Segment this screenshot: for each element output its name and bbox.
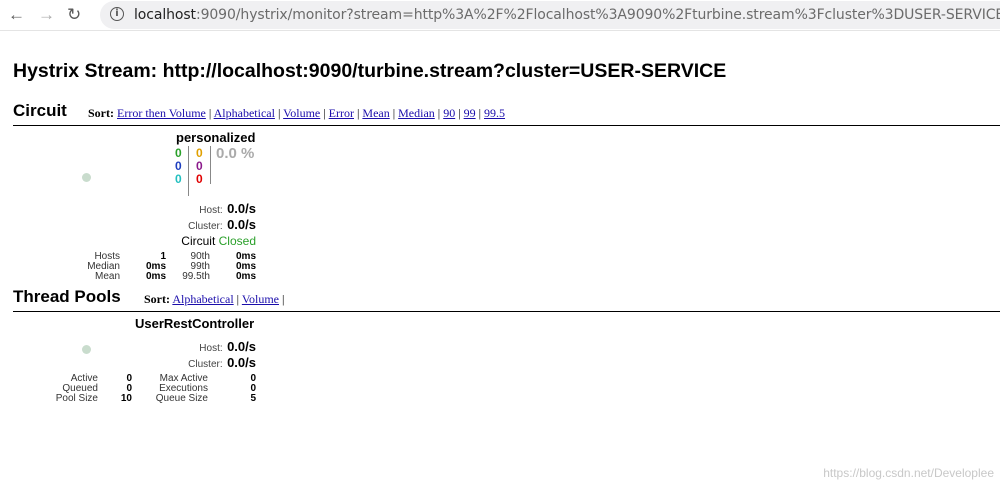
counts-divider-right: [210, 146, 211, 184]
failure-count: 0: [196, 172, 203, 186]
url-path: :9090/hystrix/monitor?stream=http%3A%2F%…: [195, 7, 1000, 23]
thread-pools-divider: [13, 311, 1000, 312]
back-arrow-icon[interactable]: ←: [8, 5, 25, 25]
circuit-status-value: Closed: [218, 234, 256, 248]
url-text[interactable]: localhost:9090/hystrix/monitor?stream=ht…: [134, 7, 1000, 23]
pool-health-indicator: [82, 345, 91, 354]
circuit-divider: [13, 125, 1000, 126]
sort-median[interactable]: Median: [398, 106, 435, 120]
bad-request-count: 0: [175, 172, 182, 186]
pool-cluster-rate-label: Cluster:: [188, 359, 223, 370]
counts-divider-left: [188, 146, 189, 196]
circuit-health-indicator: [82, 173, 91, 182]
host-rate-label: Host:: [199, 205, 223, 216]
sort-label: Sort:: [88, 106, 114, 120]
circuit-status-label: Circuit: [181, 234, 216, 248]
pool-size-value: 10: [120, 393, 132, 404]
circuit-sort-bar: Sort: Error then Volume | Alphabetical |…: [88, 106, 506, 120]
cluster-rate-value: 0.0/s: [227, 217, 256, 232]
success-count: 0: [175, 146, 182, 160]
sort-99[interactable]: 99: [464, 106, 476, 120]
sort-error-then-volume[interactable]: Error then Volume: [117, 106, 206, 120]
pool-cluster-rate-row: Cluster: 0.0/s: [188, 354, 256, 372]
thread-pools-sort-bar: Sort: Alphabetical | Volume |: [144, 292, 285, 306]
browser-toolbar: ← → ↻ i localhost:9090/hystrix/monitor?s…: [0, 0, 1000, 31]
pool-host-rate-label: Host:: [199, 343, 223, 354]
cluster-rate-label: Cluster:: [188, 221, 223, 232]
circuit-status-row: Circuit Closed: [181, 234, 256, 248]
sort-error[interactable]: Error: [329, 106, 354, 120]
queue-size-value: 5: [250, 393, 256, 404]
host-rate-value: 0.0/s: [227, 201, 256, 216]
circuit-heading: Circuit: [13, 101, 67, 120]
url-host: localhost: [134, 7, 196, 23]
sort-label: Sort:: [144, 292, 170, 306]
p995-value: 0ms: [235, 271, 256, 282]
mean-value: 0ms: [145, 271, 166, 282]
info-icon[interactable]: i: [110, 7, 124, 21]
sort-90[interactable]: 90: [443, 106, 455, 120]
pool-sort-alphabetical[interactable]: Alphabetical: [172, 292, 233, 306]
rejected-count: 0: [196, 159, 203, 173]
address-bar[interactable]: i localhost:9090/hystrix/monitor?stream=…: [100, 1, 1000, 29]
error-percentage: 0.0 %: [216, 145, 255, 162]
sort-alphabetical[interactable]: Alphabetical: [214, 106, 275, 120]
mean-label: Mean: [94, 271, 120, 282]
thread-pools-heading: Thread Pools: [13, 287, 121, 306]
pool-sort-volume[interactable]: Volume: [242, 292, 279, 306]
cluster-rate-row: Cluster: 0.0/s: [188, 216, 256, 234]
short-circuited-count: 0: [175, 159, 182, 173]
sort-volume[interactable]: Volume: [283, 106, 320, 120]
watermark: https://blog.csdn.net/Developlee: [823, 466, 994, 480]
sort-mean[interactable]: Mean: [362, 106, 389, 120]
pool-cluster-rate-value: 0.0/s: [227, 355, 256, 370]
circuit-name: personalized: [176, 130, 256, 145]
page-title: Hystrix Stream: http://localhost:9090/tu…: [13, 60, 727, 82]
queue-size-label: Queue Size: [155, 393, 208, 404]
sort-99-5[interactable]: 99.5: [484, 106, 505, 120]
pool-size-label: Pool Size: [55, 393, 98, 404]
timeout-count: 0: [196, 146, 203, 160]
forward-arrow-icon[interactable]: →: [38, 5, 55, 25]
p995-label: 99.5th: [182, 271, 210, 282]
reload-icon[interactable]: ↻: [67, 5, 81, 25]
thread-pool-name: UserRestController: [135, 316, 255, 331]
pool-host-rate-value: 0.0/s: [227, 339, 256, 354]
